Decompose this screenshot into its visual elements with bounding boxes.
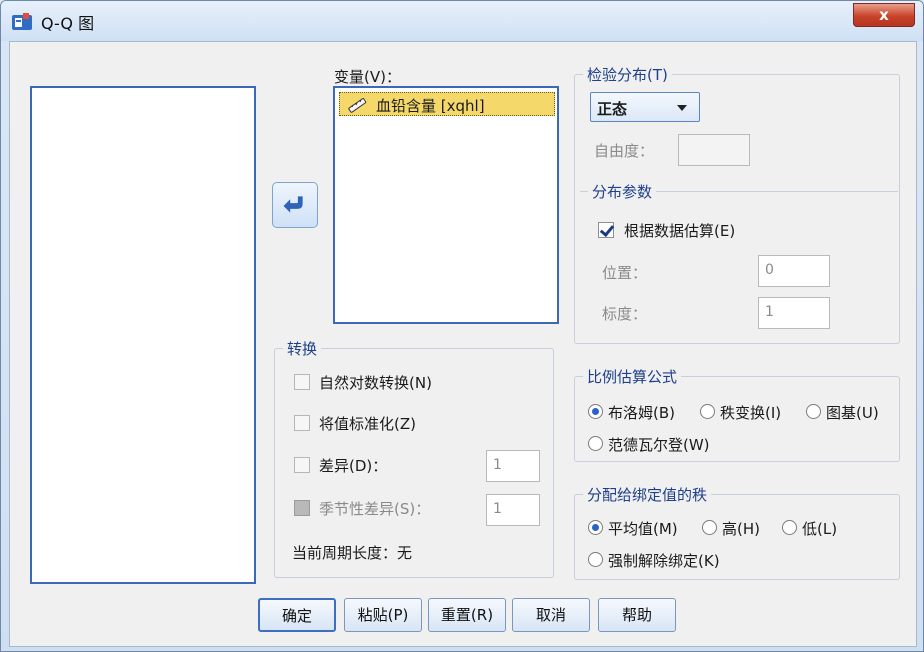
variables-label: 变量(V)： <box>334 68 401 86</box>
scale-field: 1 <box>758 297 830 329</box>
location-field: 0 <box>758 255 830 287</box>
seasonal-field: 1 <box>486 494 540 526</box>
ok-button[interactable]: 确定 <box>258 598 336 632</box>
high-radio[interactable] <box>702 520 717 535</box>
variable-label: 血铅含量 [xqhl] <box>376 97 485 115</box>
chevron-down-icon <box>677 105 687 111</box>
df-field <box>678 134 750 166</box>
test-distribution-title: 检验分布(T) <box>583 64 672 85</box>
dialog-body: 变量(V)： 血铅含量 [xqhl] 检验分布(T) 正态 自由度： 分布参数 … <box>9 41 917 647</box>
qq-plot-dialog: Q-Q 图 x 变量(V)： 血铅含量 [xqhl] 检验分布(T) 正态 自由… <box>0 0 924 652</box>
high-label[interactable]: 高(H) <box>722 518 760 539</box>
source-variable-list[interactable] <box>30 86 256 584</box>
title-bar: Q-Q 图 x <box>1 1 923 41</box>
location-label: 位置： <box>602 264 648 282</box>
seasonal-difference-checkbox <box>294 500 310 516</box>
low-label[interactable]: 低(L) <box>802 518 837 539</box>
close-button[interactable]: x <box>853 3 915 27</box>
dist-params-title: 分布参数 <box>588 181 657 202</box>
blom-radio[interactable] <box>588 404 603 419</box>
paste-button[interactable]: 粘贴(P) <box>344 598 422 632</box>
ruler-icon <box>348 98 367 113</box>
difference-label[interactable]: 差异(D)： <box>319 455 387 476</box>
rankit-radio[interactable] <box>700 404 715 419</box>
natural-log-label[interactable]: 自然对数转换(N) <box>319 372 432 393</box>
blom-label[interactable]: 布洛姆(B) <box>608 402 675 423</box>
proportion-title: 比例估算公式 <box>583 366 682 387</box>
period-text: 当前周期长度：无 <box>292 544 413 562</box>
ties-title: 分配给绑定值的秩 <box>583 484 712 505</box>
arrow-left-icon <box>283 196 303 213</box>
estimate-label[interactable]: 根据数据估算(E) <box>624 220 735 241</box>
transform-title: 转换 <box>283 338 322 359</box>
van-der-waerden-label[interactable]: 范德瓦尔登(W) <box>608 434 710 455</box>
window-title: Q-Q 图 <box>41 14 95 33</box>
selected-variable-list[interactable]: 血铅含量 [xqhl] <box>333 86 559 324</box>
distribution-value: 正态 <box>597 100 628 118</box>
app-icon <box>12 13 32 30</box>
reset-button[interactable]: 重置(R) <box>428 598 506 632</box>
break-ties-label[interactable]: 强制解除绑定(K) <box>608 550 720 571</box>
list-item[interactable]: 血铅含量 [xqhl] <box>339 92 555 116</box>
tukey-radio[interactable] <box>806 404 821 419</box>
scale-label: 标度： <box>602 305 648 323</box>
move-variable-button[interactable] <box>272 182 318 228</box>
difference-checkbox[interactable] <box>294 457 310 473</box>
help-button[interactable]: 帮助 <box>598 598 676 632</box>
seasonal-difference-label: 季节性差异(S)： <box>319 500 431 518</box>
mean-radio[interactable] <box>588 520 603 535</box>
standardize-checkbox[interactable] <box>294 415 310 431</box>
cancel-button[interactable]: 取消 <box>512 598 590 632</box>
difference-field: 1 <box>486 450 540 482</box>
standardize-label[interactable]: 将值标准化(Z) <box>319 413 416 434</box>
low-radio[interactable] <box>782 520 797 535</box>
mean-label[interactable]: 平均值(M) <box>608 518 678 539</box>
tukey-label[interactable]: 图基(U) <box>826 402 879 423</box>
rankit-label[interactable]: 秩变换(I) <box>720 402 781 423</box>
distribution-select[interactable]: 正态 <box>590 92 700 122</box>
df-label: 自由度： <box>594 142 655 160</box>
van-der-waerden-radio[interactable] <box>588 436 603 451</box>
estimate-checkbox[interactable] <box>598 222 614 238</box>
natural-log-checkbox[interactable] <box>294 374 310 390</box>
break-ties-radio[interactable] <box>588 552 603 567</box>
